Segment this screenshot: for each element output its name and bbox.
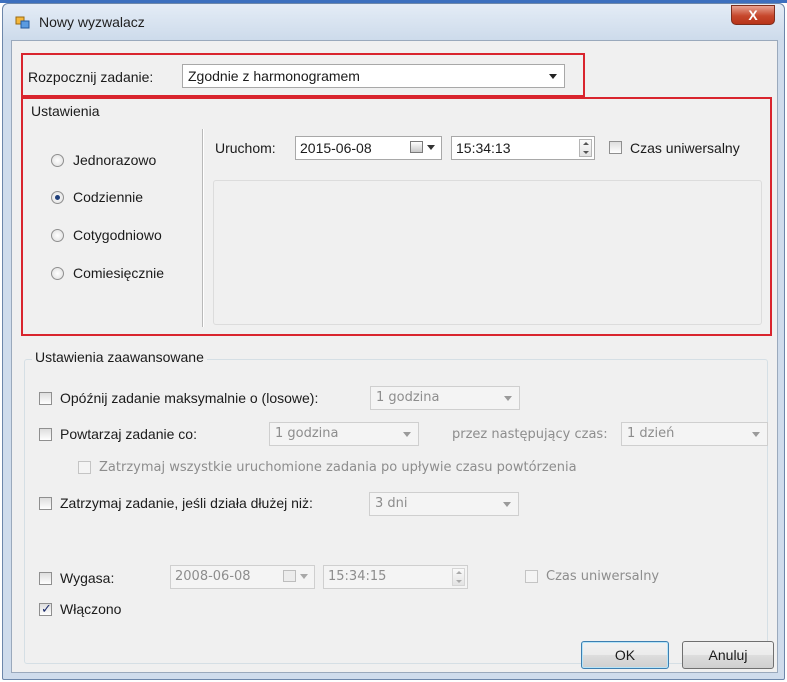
radio-label-comiesiecznie: Comiesięcznie	[73, 265, 165, 281]
title-bar[interactable]: Nowy wyzwalacz X	[3, 4, 784, 40]
advanced-group-title: Ustawienia zaawansowane	[32, 349, 207, 365]
close-button[interactable]: X	[731, 5, 775, 25]
expire-time-field[interactable]: 15:34:15	[323, 565, 468, 589]
start-time-value: 15:34:13	[456, 140, 511, 156]
enabled-label: Włączono	[60, 601, 122, 617]
utc-checkbox[interactable]	[609, 141, 622, 154]
stop-all-label: Zatrzymaj wszystkie uruchomione zadania …	[99, 460, 577, 475]
radio-codziennie[interactable]	[51, 191, 64, 204]
start-label: Uruchom:	[215, 140, 276, 156]
repeat-select[interactable]: 1 godzina	[269, 422, 419, 446]
repeat-duration-value: 1 dzień	[627, 426, 675, 441]
calendar-dropdown-button[interactable]	[283, 569, 311, 585]
repeat-value: 1 godzina	[275, 426, 339, 441]
calendar-dropdown-button[interactable]	[410, 140, 438, 156]
start-date-value: 2015-06-08	[300, 140, 372, 156]
radio-label-jednorazowo: Jednorazowo	[73, 152, 157, 168]
stop-long-select[interactable]: 3 dni	[369, 492, 519, 516]
time-spinner[interactable]	[579, 139, 592, 157]
stop-long-checkbox[interactable]	[39, 497, 52, 510]
expire-date-value: 2008-06-08	[175, 569, 251, 584]
calendar-icon	[283, 570, 296, 582]
start-time-field[interactable]: 15:34:13	[451, 136, 595, 160]
repeat-duration-select[interactable]: 1 dzień	[621, 422, 768, 446]
delay-value: 1 godzina	[376, 390, 440, 405]
radio-label-codziennie: Codziennie	[73, 189, 144, 205]
window-title: Nowy wyzwalacz	[39, 14, 145, 30]
schedule-detail-panel	[213, 180, 762, 325]
settings-divider	[202, 129, 203, 327]
chevron-down-icon	[549, 74, 557, 79]
dialog-client-area: Rozpocznij zadanie: Zgodnie z harmonogra…	[11, 40, 778, 673]
expire-label: Wygasa:	[60, 570, 115, 586]
delay-select[interactable]: 1 godzina	[370, 386, 520, 410]
dialog-window: Nowy wyzwalacz X Rozpocznij zadanie: Zgo…	[2, 3, 785, 680]
calendar-icon	[410, 141, 423, 153]
repeat-duration-label: przez następujący czas:	[452, 427, 608, 442]
app-icon	[15, 16, 30, 29]
start-task-label: Rozpocznij zadanie:	[28, 69, 154, 85]
delay-checkbox[interactable]	[39, 392, 52, 405]
chevron-down-icon	[300, 574, 308, 579]
ok-button[interactable]: OK	[581, 641, 669, 669]
expire-date-picker[interactable]: 2008-06-08	[170, 565, 315, 589]
enabled-checkbox[interactable]	[39, 601, 52, 617]
time-spinner[interactable]	[452, 568, 465, 586]
start-task-value: Zgodnie z harmonogramem	[188, 68, 360, 84]
cancel-button[interactable]: Anuluj	[682, 641, 774, 669]
chevron-down-icon	[504, 396, 512, 401]
start-task-select[interactable]: Zgodnie z harmonogramem	[182, 64, 565, 88]
expire-utc-checkbox[interactable]	[525, 570, 538, 583]
expire-time-value: 15:34:15	[328, 569, 387, 584]
chevron-down-icon	[427, 145, 435, 150]
utc-label: Czas uniwersalny	[630, 140, 740, 156]
radio-cotygodniowo[interactable]	[51, 229, 64, 242]
start-date-picker[interactable]: 2015-06-08	[295, 136, 442, 160]
expire-checkbox[interactable]	[39, 572, 52, 585]
stop-long-value: 3 dni	[375, 496, 408, 511]
stop-long-label: Zatrzymaj zadanie, jeśli działa dłużej n…	[60, 495, 313, 511]
delay-label: Opóźnij zadanie maksymalnie o (losowe):	[60, 390, 319, 406]
repeat-label: Powtarzaj zadanie co:	[60, 426, 197, 442]
radio-comiesiecznie[interactable]	[51, 267, 64, 280]
expire-utc-label: Czas uniwersalny	[546, 569, 660, 584]
stop-all-checkbox[interactable]	[78, 461, 91, 474]
close-icon: X	[748, 7, 758, 23]
repeat-checkbox[interactable]	[39, 428, 52, 441]
radio-label-cotygodniowo: Cotygodniowo	[73, 227, 162, 243]
chevron-down-icon	[503, 502, 511, 507]
chevron-down-icon	[752, 432, 760, 437]
settings-group-title: Ustawienia	[28, 103, 103, 119]
chevron-down-icon	[403, 432, 411, 437]
radio-jednorazowo[interactable]	[51, 154, 64, 167]
